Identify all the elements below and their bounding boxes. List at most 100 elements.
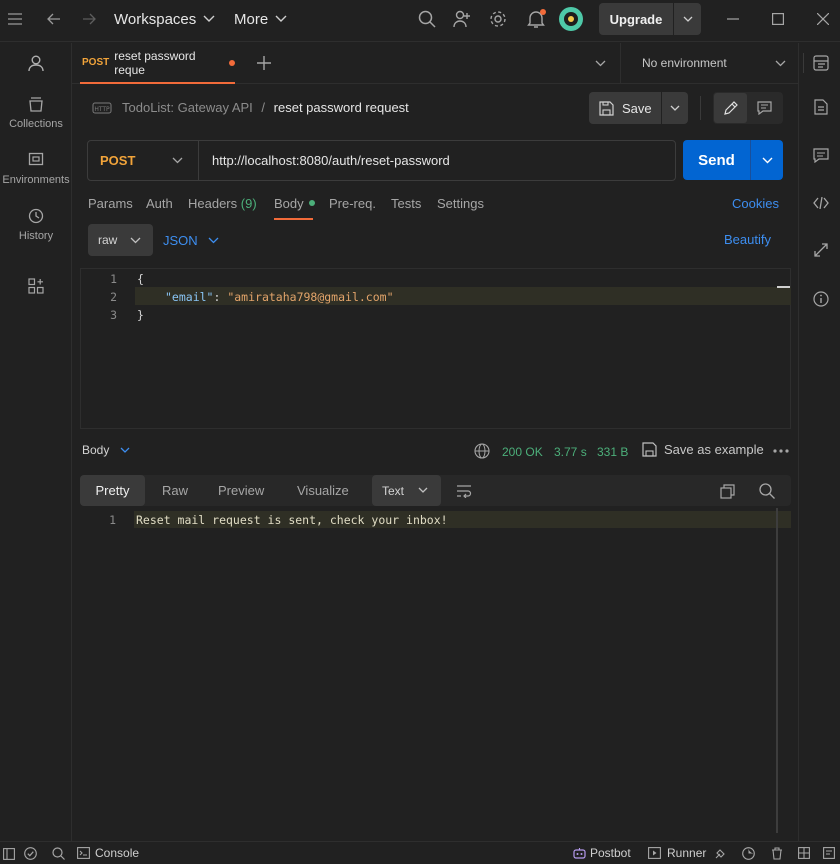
forward-arrow-icon[interactable] [80, 9, 98, 29]
comments-icon[interactable] [811, 145, 831, 165]
response-time[interactable]: 3.77 s [554, 445, 587, 459]
tab-params[interactable]: Params [88, 196, 133, 211]
online-status-icon[interactable] [23, 846, 37, 860]
upgrade-options-chevron-icon[interactable] [674, 3, 701, 35]
response-size[interactable]: 331 B [597, 445, 628, 459]
minimize-icon[interactable] [725, 9, 741, 29]
more-options-icon[interactable] [772, 445, 790, 457]
tab-visualize[interactable]: Visualize [297, 475, 349, 506]
tab-body[interactable]: Body [274, 196, 315, 211]
right-context-bar [798, 43, 840, 841]
tab-settings[interactable]: Settings [437, 196, 484, 211]
response-section-label: Body [82, 443, 110, 457]
send-options-chevron-icon[interactable] [751, 140, 783, 180]
save-as-example-button[interactable]: Save as example [642, 442, 764, 457]
save-options-chevron-icon[interactable] [662, 92, 688, 124]
tab-pretty[interactable]: Pretty [80, 475, 145, 506]
search-icon[interactable] [417, 9, 437, 29]
response-body[interactable]: 1 Reset mail request is sent, check your… [80, 510, 791, 840]
tab-headers[interactable]: Headers (9) [188, 196, 257, 211]
tab-auth[interactable]: Auth [146, 196, 173, 211]
code-line: } [137, 308, 144, 322]
code-line: "email": "amirataha798@gmail.com" [165, 290, 394, 304]
code-snippet-icon[interactable] [811, 193, 831, 213]
gear-icon[interactable] [488, 9, 508, 29]
tab-list-chevron-icon[interactable] [592, 55, 608, 71]
environment-quicklook-icon[interactable] [811, 53, 831, 73]
back-arrow-icon[interactable] [45, 9, 63, 29]
comment-view-icon[interactable] [747, 93, 781, 123]
wrap-lines-icon[interactable] [455, 482, 473, 500]
tab-method: POST [82, 57, 110, 68]
globe-icon[interactable] [473, 442, 491, 460]
tab-tests[interactable]: Tests [391, 196, 421, 211]
unsaved-dot-icon [229, 59, 235, 66]
close-icon[interactable] [815, 9, 831, 29]
send-button[interactable]: Send [683, 140, 750, 180]
response-scrollbar[interactable] [776, 508, 778, 833]
request-name[interactable]: reset password request [274, 100, 409, 115]
sidebar-item-account[interactable] [0, 55, 72, 72]
trash-icon[interactable] [770, 846, 784, 860]
upgrade-button-group: Upgrade [599, 3, 701, 35]
response-line: Reset mail request is sent, check your i… [136, 513, 448, 527]
body-language-select[interactable]: JSON [163, 232, 223, 248]
upgrade-button[interactable]: Upgrade [599, 12, 673, 27]
cookies-link[interactable]: Cookies [732, 196, 779, 211]
runner-label: Runner [667, 846, 707, 860]
console-button[interactable]: Console [77, 846, 139, 860]
collections-icon [29, 97, 43, 112]
http-request-icon: HTTP [92, 99, 112, 117]
postbot-icon [573, 847, 586, 859]
more-label: More [234, 10, 269, 28]
two-pane-view-icon[interactable] [797, 846, 811, 860]
beautify-link[interactable]: Beautify [724, 232, 771, 247]
menu-icon[interactable] [6, 9, 24, 29]
headers-count: (9) [240, 196, 257, 211]
capture-icon[interactable] [713, 846, 727, 860]
tab-reset-password-request[interactable]: POST reset password reque [80, 43, 235, 84]
tab-prereq[interactable]: Pre-req. [329, 196, 376, 211]
tab-preview[interactable]: Preview [218, 475, 264, 506]
body-mode-select[interactable]: raw [88, 224, 153, 256]
documentation-icon[interactable] [811, 97, 831, 117]
response-view-tabs: Pretty Raw Preview Visualize Text [80, 475, 791, 506]
find-replace-icon[interactable] [51, 846, 65, 860]
chevron-down-icon [130, 237, 141, 243]
method-select[interactable]: POST [88, 141, 199, 180]
search-icon[interactable] [758, 482, 776, 500]
sidebar-item-collections[interactable]: Collections [0, 96, 72, 130]
chevron-down-icon [203, 15, 215, 22]
avatar[interactable] [558, 6, 584, 32]
url-input[interactable]: http://localhost:8080/auth/reset-passwor… [212, 153, 450, 168]
postbot-button[interactable]: Postbot [573, 846, 631, 860]
sidebar-item-add-widgets[interactable] [0, 278, 72, 294]
new-tab-plus-icon[interactable] [256, 55, 272, 71]
cookies-icon[interactable] [741, 846, 755, 860]
info-icon[interactable] [811, 289, 831, 309]
notification-bell-icon[interactable] [525, 8, 547, 30]
invite-user-icon[interactable] [452, 9, 472, 29]
chevron-down-icon [275, 15, 287, 22]
request-body-editor[interactable]: 1 { 2 "email": "amirataha798@gmail.com" … [80, 268, 791, 429]
response-status[interactable]: 200 OK [502, 445, 543, 459]
environment-selector[interactable]: No environment [642, 55, 786, 71]
breadcrumb-collection[interactable]: TodoList: Gateway API [122, 100, 253, 115]
related-collections-icon[interactable] [811, 240, 831, 260]
response-section-select[interactable]: Body [82, 443, 130, 457]
maximize-icon[interactable] [770, 9, 786, 29]
response-format-select[interactable]: Text [372, 475, 441, 506]
save-disk-icon [642, 442, 657, 457]
save-button[interactable]: Save [589, 92, 661, 124]
history-icon [28, 208, 44, 224]
edit-pencil-icon[interactable] [714, 93, 747, 123]
tab-raw[interactable]: Raw [162, 475, 188, 506]
more-menu[interactable]: More [234, 0, 287, 38]
help-icon[interactable] [822, 846, 836, 860]
runner-button[interactable]: Runner [648, 846, 706, 860]
sidebar-item-environments[interactable]: Environments [0, 152, 72, 186]
copy-icon[interactable] [718, 482, 736, 500]
workspaces-menu[interactable]: Workspaces [114, 0, 215, 38]
toggle-sidebar-icon[interactable] [2, 847, 16, 861]
sidebar-item-history[interactable]: History [0, 208, 72, 242]
